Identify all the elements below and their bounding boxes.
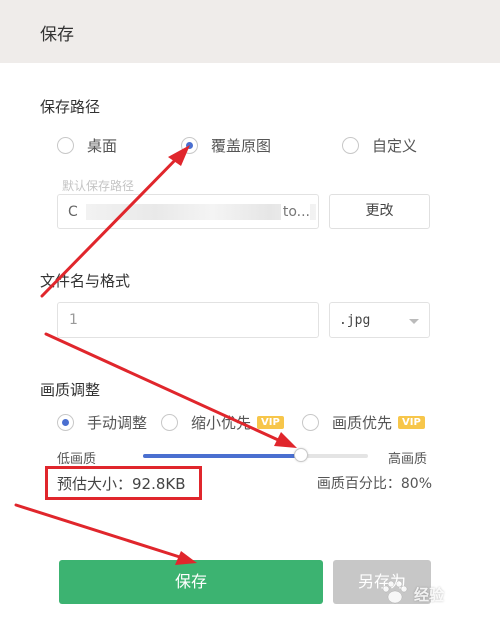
file-name-input-box[interactable]	[57, 302, 319, 338]
chevron-down-icon	[409, 319, 419, 324]
path-value-end: to...	[280, 204, 310, 220]
watermark: 经验	[380, 572, 495, 612]
format-value: .jpg	[339, 313, 371, 328]
window-title: 保存	[40, 25, 74, 45]
radio-custom[interactable]: 自定义	[342, 135, 417, 156]
radio-size-priority[interactable]: 缩小优先 VIP	[161, 412, 284, 433]
low-quality-label: 低画质	[57, 452, 97, 467]
radio-circle[interactable]	[161, 414, 178, 431]
file-name-title: 文件名与格式	[40, 272, 131, 290]
radio-manual-label: 手动调整	[87, 414, 148, 432]
save-button[interactable]: 保存	[59, 560, 323, 604]
quality-slider[interactable]	[143, 448, 368, 462]
vip-badge: VIP	[398, 416, 425, 429]
radio-overwrite-original[interactable]: 覆盖原图	[181, 135, 271, 156]
radio-circle[interactable]	[342, 137, 359, 154]
radio-quality-priority[interactable]: 画质优先 VIP	[302, 412, 425, 433]
default-path-label: 默认保存路径	[62, 179, 135, 193]
title-bar: 保存	[0, 0, 500, 63]
radio-circle-checked[interactable]	[181, 137, 198, 154]
radio-desktop-label: 桌面	[87, 137, 118, 155]
save-path-title: 保存路径	[40, 98, 101, 116]
file-name-input[interactable]	[58, 303, 318, 337]
format-select[interactable]: .jpg	[329, 302, 430, 338]
quality-ratio: 画质百分比：80%	[316, 476, 432, 492]
radio-size-priority-label: 缩小优先	[191, 414, 252, 432]
radio-quality-priority-label: 画质优先	[332, 414, 393, 432]
paw-logo-icon	[382, 580, 408, 604]
quality-slider-fill	[143, 454, 301, 458]
radio-circle[interactable]	[302, 414, 319, 431]
quality-title: 画质调整	[40, 381, 101, 399]
radio-manual-adjust[interactable]: 手动调整	[57, 412, 147, 433]
path-value-start: C	[68, 204, 78, 220]
arrow-to-save	[14, 503, 188, 561]
watermark-text: 经验	[414, 586, 445, 604]
quality-slider-handle[interactable]	[293, 448, 308, 462]
radio-desktop[interactable]: 桌面	[57, 135, 117, 156]
arrowhead-slider	[274, 432, 297, 448]
annotation-highlight-box	[45, 466, 202, 500]
vip-badge: VIP	[257, 416, 284, 429]
radio-overwrite-label: 覆盖原图	[211, 137, 272, 155]
radio-circle[interactable]	[57, 137, 74, 154]
radio-custom-label: 自定义	[372, 137, 418, 155]
change-path-button[interactable]: 更改	[329, 194, 430, 229]
save-path-input[interactable]: C to...	[57, 194, 319, 229]
radio-circle-checked[interactable]	[57, 414, 74, 431]
high-quality-label: 高画质	[388, 452, 428, 467]
